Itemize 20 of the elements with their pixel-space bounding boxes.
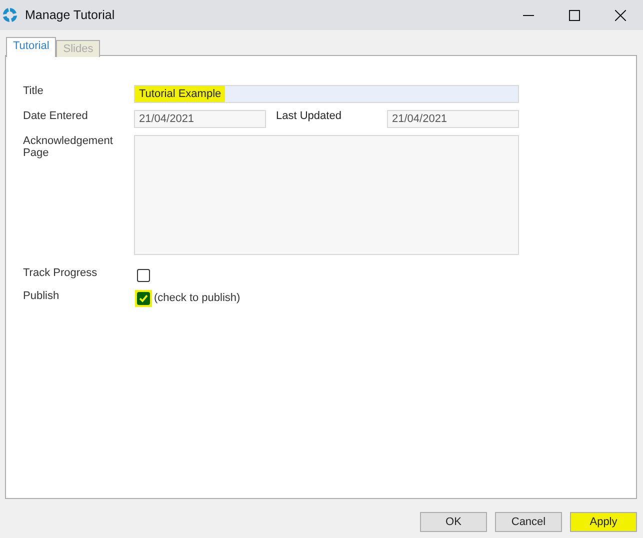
- field-label: Date Entered: [23, 110, 89, 122]
- field-label: Last Updated: [276, 110, 342, 122]
- title-field[interactable]: Tutorial Example: [134, 85, 519, 103]
- window-title: Manage Tutorial: [25, 8, 116, 22]
- field-label: Acknowledgement Page: [23, 135, 114, 159]
- dialog-button[interactable]: Apply: [570, 512, 637, 532]
- date-field[interactable]: 21/04/2021: [134, 110, 266, 128]
- dialog-button[interactable]: OK: [420, 512, 487, 532]
- field-label: Track Progress: [23, 267, 98, 279]
- checkbox[interactable]: [137, 292, 150, 305]
- dialog-button[interactable]: Cancel: [495, 512, 562, 532]
- close-icon[interactable]: [614, 10, 626, 20]
- field-label: Publish: [23, 290, 60, 302]
- maximize-icon[interactable]: [568, 10, 580, 20]
- hint-text: (check to publish): [154, 292, 240, 304]
- checkbox[interactable]: [137, 269, 150, 282]
- date-field[interactable]: 21/04/2021: [387, 110, 519, 128]
- field-label: Title: [23, 85, 44, 97]
- tab[interactable]: Tutorial: [6, 37, 56, 57]
- app-logo-icon: [2, 7, 18, 23]
